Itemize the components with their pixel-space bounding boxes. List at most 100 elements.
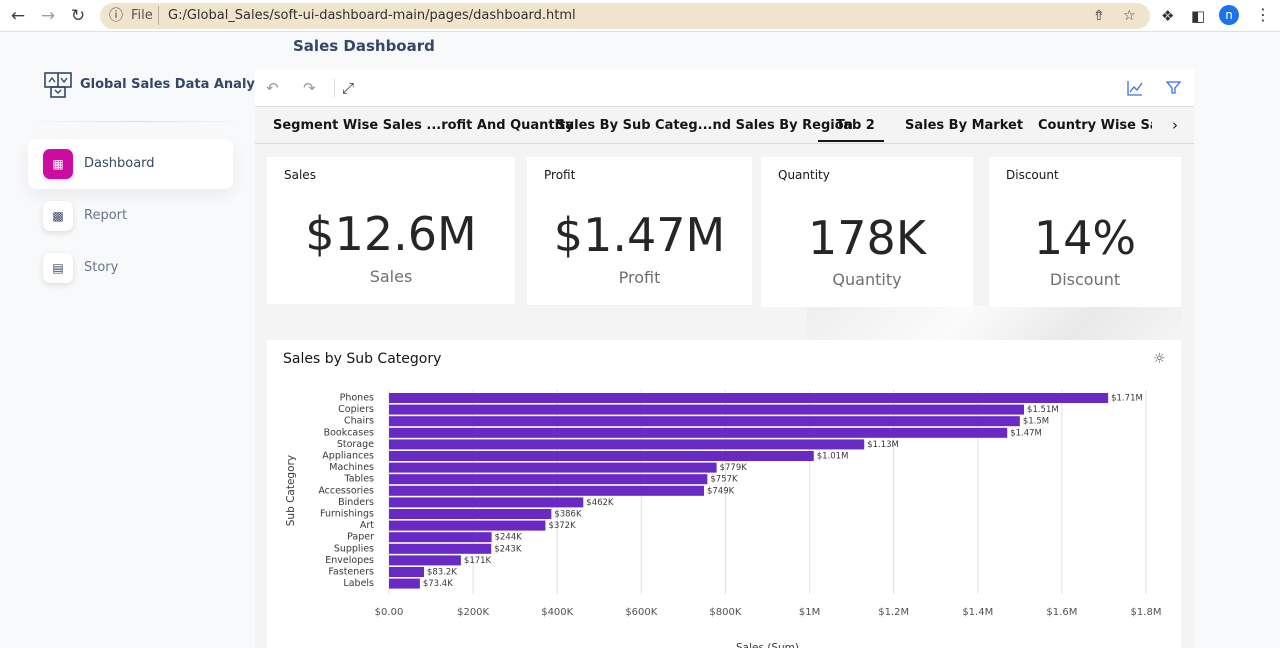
sidebar-item-report[interactable]: ▩ Report [28,191,233,241]
data-label: $757K [710,475,738,485]
bar [389,474,708,485]
active-tab-indicator [818,140,884,142]
star-icon[interactable]: ☆ [1123,7,1136,25]
bar [389,439,865,450]
data-label: $243K [494,544,522,554]
url-scheme: File [131,8,153,23]
address-bar[interactable]: ⓘ File G:/Global_Sales/soft-ui-dashboard… [100,3,1150,29]
sidebar-item-story[interactable]: ▤ Story [28,243,233,293]
data-label: $462K [586,498,614,508]
url-divider [158,6,159,25]
undo-icon[interactable]: ↶ [266,78,279,98]
kpi-card-profit[interactable]: Profit $1.47M Profit [527,157,752,305]
y-tick-label: Art [360,520,374,531]
y-tick-label: Binders [338,497,374,508]
puzzle-icon[interactable]: ❖ [1161,6,1174,26]
y-tick-label: Tables [343,474,374,485]
data-label: $244K [495,533,523,543]
bar [389,416,1020,427]
chart-card-sales-by-sub-category[interactable]: Sales by Sub Category ☼ $0.00 $200K $400K $… [267,340,1181,648]
y-tick-label: Envelopes [325,555,374,566]
tab-sales-by-sub-category[interactable]: Sales By Sub Categ...nd Sales By Region [556,118,853,134]
back-icon[interactable]: ← [6,4,30,28]
x-tick-label: $400K [541,607,573,618]
side-panel-icon[interactable]: ◧ [1191,6,1205,26]
expand-icon[interactable]: ⤢ [342,78,354,98]
forward-icon[interactable]: → [36,4,60,28]
brand-name: Global Sales Data Analytics [80,77,281,92]
line-chart-icon[interactable] [1127,80,1143,96]
redo-icon[interactable]: ↷ [303,78,316,98]
filter-icon[interactable] [1166,80,1181,95]
bar [389,393,1109,403]
y-tick-label: Fasteners [328,567,374,578]
kpi-caption: Sales [369,267,413,286]
kpi-card-sales[interactable]: Sales $12.6M Sales [267,157,515,304]
x-tick-label: $1.6M [1046,607,1077,618]
sidebar-item-dashboard[interactable]: ▦ Dashboard [28,139,233,189]
dashboard-tabs: Segment Wise Sales ...rofit And Quantity… [255,107,1194,144]
sidebar-item-label: Dashboard [84,156,155,171]
x-tick-label: $1.4M [962,607,993,618]
y-tick-label: Furnishings [320,509,374,520]
share-icon[interactable]: ⇮ [1093,7,1105,25]
y-tick-label: Phones [340,393,374,404]
url-text[interactable]: G:/Global_Sales/soft-ui-dashboard-main/p… [168,7,576,25]
data-label: $779K [720,463,748,473]
x-tick-label: $1M [799,607,820,618]
x-tick-label: $1.8M [1131,607,1162,618]
x-axis-title: Sales (Sum) [736,642,799,648]
kpi-value: $1.47M [553,208,726,262]
data-label: $171K [464,556,492,566]
y-tick-label: Labels [343,578,374,589]
kpi-label: Discount [1006,168,1059,182]
profile-avatar[interactable]: n [1219,5,1239,25]
sidebar-item-label: Story [84,260,119,275]
kpi-card-discount[interactable]: Discount 14% Discount [989,157,1181,307]
card-icon: ▤ [43,253,73,283]
kebab-menu-icon[interactable]: ⋮ [1255,5,1271,25]
bar [389,404,1025,415]
reload-icon[interactable]: ↻ [66,4,90,28]
bar-chart-icon: ▩ [43,201,73,231]
y-tick-label: Chairs [344,416,374,427]
bar [389,520,546,531]
y-tick-label: Bookcases [324,427,374,438]
bar [389,485,704,496]
kpi-caption: Profit [618,268,661,287]
brand-logo-icon [44,72,72,98]
x-tick-label: $1.2M [878,607,909,618]
tab-tab-2[interactable]: Tab 2 [836,118,875,134]
tab-sales-by-market[interactable]: Sales By Market [905,118,1023,134]
dashboard-toolbar: ↶ ↷ ⤢ [255,69,1194,107]
info-icon[interactable]: ⓘ [109,7,123,25]
y-axis-title: Sub Category [285,455,297,526]
data-label: $1.51M [1027,405,1059,415]
tab-segment-wise-sales[interactable]: Segment Wise Sales ...rofit And Quantity [273,118,574,134]
sidebar-item-label: Report [84,208,128,223]
kpi-value: 178K [808,211,926,265]
y-tick-label: Copiers [338,404,374,415]
kpi-caption: Discount [1049,270,1121,289]
bar [389,451,814,461]
kpi-value: 14% [1033,211,1137,265]
bar [389,555,461,566]
y-tick-label: Appliances [322,451,374,462]
sidebar-divider [30,121,244,122]
bar [389,543,492,554]
y-tick-label: Storage [337,439,374,450]
shop-icon: ▦ [43,149,73,179]
page-title: Sales Dashboard [293,37,435,55]
browser-toolbar: ← → ↻ ⓘ File G:/Global_Sales/soft-ui-das… [0,0,1280,32]
bar [389,462,717,473]
bar [389,567,424,577]
data-label: $73.4K [423,579,453,589]
kpi-label: Quantity [778,168,830,182]
kpi-label: Sales [284,168,316,182]
chevron-right-icon[interactable]: › [1172,116,1178,134]
kpi-card-quantity[interactable]: Quantity 178K Quantity [761,157,973,307]
sales-by-sub-category-chart: $0.00 $200K $400K $600K $800K $1M $1.2M $1.4M $1… [285,390,1162,648]
bar [389,578,420,589]
bar [389,509,552,519]
dashboard-canvas: ↶ ↷ ⤢ Segment Wise Sales ...rofit And Qu… [255,69,1194,648]
